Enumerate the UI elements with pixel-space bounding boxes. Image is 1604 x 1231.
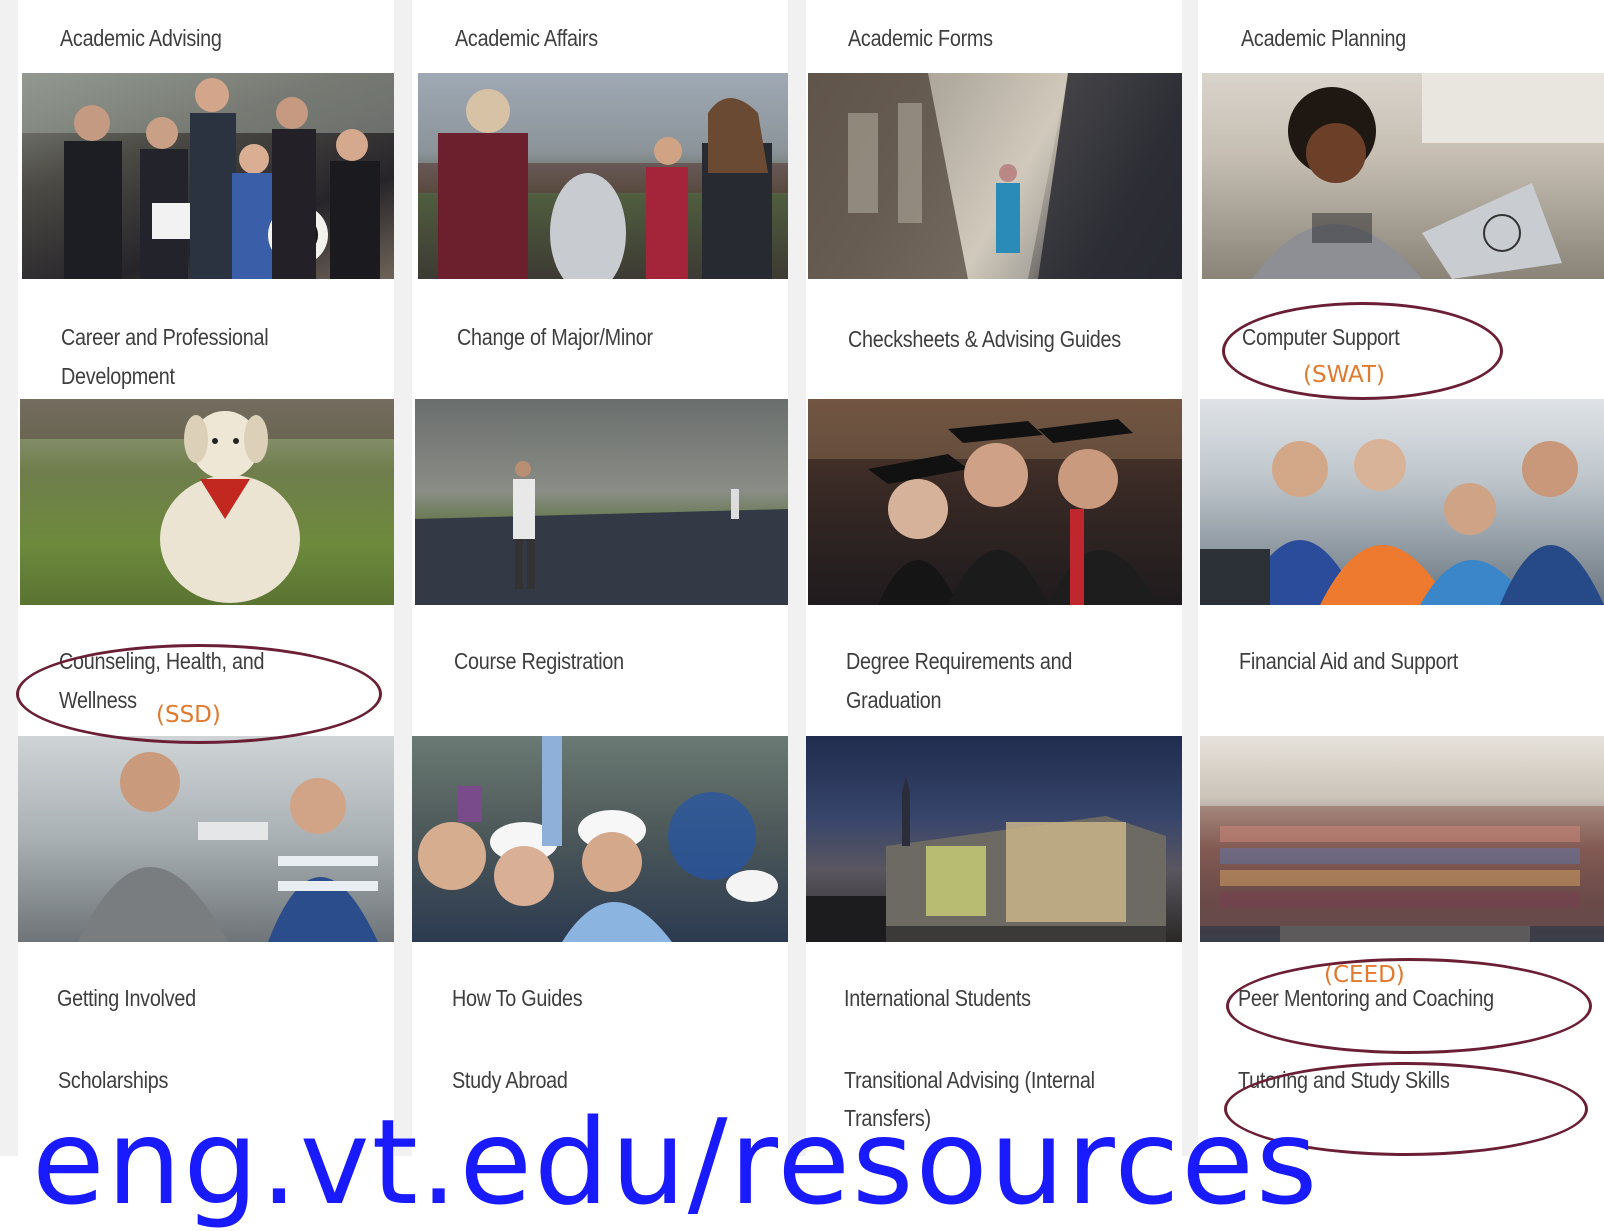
- tile-label-line1: Getting Involved: [57, 985, 196, 1011]
- gutter: [788, 0, 806, 1156]
- tile-label-line2: Development: [61, 363, 175, 389]
- tile-course-registration[interactable]: Course Registration: [412, 399, 788, 729]
- gutter: [0, 0, 18, 1156]
- photo-figures: [1252, 73, 1604, 279]
- hardhat-students-photo: [412, 736, 788, 942]
- robot-arm-photo: [18, 736, 394, 942]
- highlight-oval-peer-mentoring: [1226, 958, 1592, 1054]
- tile-career-professional-development[interactable]: Career and Professional Development: [18, 73, 394, 391]
- lab-students-photo: [1200, 399, 1604, 605]
- graduation-photo: [808, 399, 1182, 605]
- group-selfie-photo: [1200, 736, 1604, 942]
- tile-how-to-guides[interactable]: How To Guides: [412, 736, 788, 1036]
- photo-figures: [806, 776, 1166, 942]
- photo-figures: [418, 89, 788, 279]
- tile-label-line1: Checksheets & Advising Guides: [848, 326, 1121, 352]
- highlight-oval-counseling: [16, 644, 382, 744]
- gutter: [1182, 0, 1198, 1156]
- tile-label-line1: Career and Professional: [61, 324, 269, 350]
- tile-academic-planning[interactable]: Academic Planning: [1198, 0, 1604, 66]
- tile-label: Academic Planning: [1241, 25, 1406, 51]
- tile-financial-aid-support[interactable]: Financial Aid and Support: [1198, 399, 1604, 729]
- tile-academic-advising[interactable]: Academic Advising: [18, 0, 394, 66]
- photo-figures: [22, 73, 394, 279]
- tile-label-line2: Graduation: [846, 687, 942, 713]
- photo-figures: [808, 73, 1182, 279]
- tile-checksheets-advising-guides[interactable]: Checksheets & Advising Guides: [806, 73, 1182, 391]
- tile-label: Academic Affairs: [455, 25, 598, 51]
- tile-label-line1: International Students: [844, 985, 1031, 1011]
- drill-field-photo: [415, 399, 788, 605]
- tile-change-of-major[interactable]: Change of Major/Minor: [412, 73, 788, 391]
- tile-label-line1: Change of Major/Minor: [457, 324, 653, 350]
- photo-figures: [418, 736, 778, 942]
- tile-label-line1: How To Guides: [452, 985, 583, 1011]
- annotation-ssd: (SSD): [156, 702, 221, 728]
- tile-degree-requirements-graduation[interactable]: Degree Requirements and Graduation: [806, 399, 1182, 729]
- photo-figures: [1200, 439, 1604, 605]
- student-laptop-photo: [1202, 73, 1604, 279]
- photo-figures: [808, 399, 1182, 605]
- photo-figures: [415, 461, 788, 605]
- tile-label: Academic Forms: [848, 25, 993, 51]
- lumenhaus-night-photo: [806, 736, 1182, 942]
- outdoor-event-photo: [418, 73, 788, 279]
- tile-getting-involved[interactable]: Getting Involved: [18, 736, 394, 1036]
- campus-walkway-photo: [808, 73, 1182, 279]
- photo-figures: [20, 399, 394, 603]
- resources-url-overlay: eng.vt.edu/resources: [32, 1093, 1320, 1231]
- page: { "rows": [ { "tiles": [ {"label": "Acad…: [0, 0, 1604, 1221]
- therapy-dog-photo: [20, 399, 394, 605]
- tile-academic-forms[interactable]: Academic Forms: [806, 0, 1182, 66]
- annotation-swat: (SWAT): [1303, 362, 1386, 388]
- tile-label: Academic Advising: [60, 25, 222, 51]
- tile-academic-affairs[interactable]: Academic Affairs: [412, 0, 788, 66]
- group-award-photo: [22, 73, 394, 279]
- photo-figures: [78, 752, 378, 942]
- tile-label-line1: Financial Aid and Support: [1239, 648, 1458, 674]
- tile-label-line1: Degree Requirements and: [846, 648, 1073, 674]
- photo-figures: [1200, 806, 1604, 942]
- tile-international-students[interactable]: International Students: [806, 736, 1182, 1036]
- tile-label-line1: Course Registration: [454, 648, 624, 674]
- gutter: [394, 0, 412, 1156]
